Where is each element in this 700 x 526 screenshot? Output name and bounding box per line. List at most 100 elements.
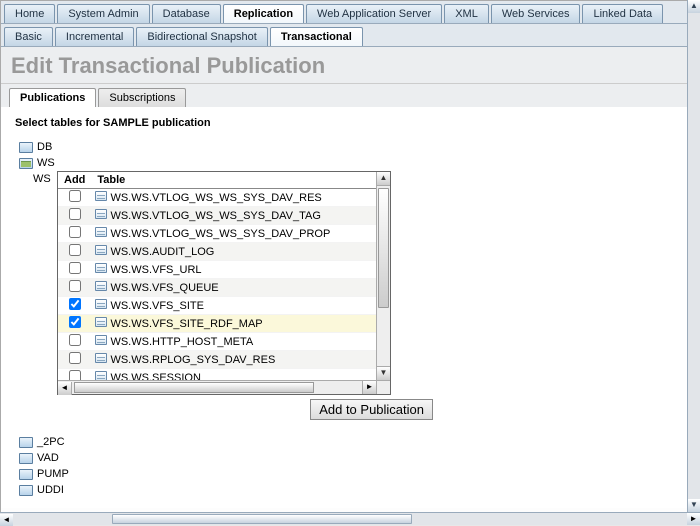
table-vertical-scrollbar[interactable]: ▲ ▼ bbox=[376, 172, 390, 380]
add-checkbox[interactable] bbox=[69, 298, 81, 310]
ws-schema-label: WS bbox=[33, 171, 57, 185]
scroll-thumb[interactable] bbox=[378, 188, 389, 308]
instruction-text: Select tables for SAMPLE publication bbox=[15, 117, 673, 129]
tree-node-label: _2PC bbox=[37, 436, 65, 448]
page-scroll-right-icon[interactable]: ► bbox=[687, 513, 700, 525]
content-area: Select tables for SAMPLE publication DB W… bbox=[1, 107, 687, 508]
table-row[interactable]: WS.WS.VTLOG_WS_WS_SYS_DAV_RES bbox=[58, 189, 376, 207]
sub-tab-bidirectional-snapshot[interactable]: Bidirectional Snapshot bbox=[136, 27, 267, 46]
scroll-thumb-h[interactable] bbox=[74, 382, 314, 393]
add-checkbox[interactable] bbox=[69, 226, 81, 238]
col-header-add: Add bbox=[58, 172, 91, 189]
add-to-publication-button[interactable]: Add to Publication bbox=[310, 399, 433, 420]
scroll-corner bbox=[376, 380, 390, 394]
tree-node-uddi[interactable]: UDDI bbox=[19, 482, 673, 498]
folder-icon bbox=[19, 469, 33, 480]
scroll-right-icon[interactable]: ► bbox=[362, 381, 376, 394]
table-row[interactable]: WS.WS.HTTP_HOST_META bbox=[58, 333, 376, 351]
folder-icon bbox=[19, 158, 33, 169]
main-tab-linked-data[interactable]: Linked Data bbox=[582, 4, 663, 23]
add-checkbox[interactable] bbox=[69, 334, 81, 346]
table-name: WS.WS.VFS_SITE_RDF_MAP bbox=[107, 318, 262, 330]
tree-node-label: WS bbox=[37, 157, 55, 169]
db-tree: DB WS bbox=[19, 139, 673, 171]
inner-tab-publications[interactable]: Publications bbox=[9, 88, 96, 107]
tree-node-db[interactable]: DB bbox=[19, 139, 673, 155]
tree-node-label: PUMP bbox=[37, 468, 69, 480]
table-selection-panel: Add Table WS.WS.VTLOG_WS_WS_SYS_DAV_RES … bbox=[57, 171, 391, 395]
folder-icon bbox=[19, 453, 33, 464]
main-tab-xml[interactable]: XML bbox=[444, 4, 489, 23]
col-header-table: Table bbox=[91, 172, 376, 189]
table-row[interactable]: WS.WS.VFS_SITE_RDF_MAP bbox=[58, 315, 376, 333]
add-checkbox[interactable] bbox=[69, 208, 81, 220]
add-checkbox[interactable] bbox=[69, 280, 81, 292]
add-checkbox[interactable] bbox=[69, 262, 81, 274]
table-horizontal-scrollbar[interactable]: ◄ ► bbox=[58, 380, 376, 394]
table-row[interactable]: WS.WS.VTLOG_WS_WS_SYS_DAV_PROP bbox=[58, 225, 376, 243]
main-tab-web-application-server[interactable]: Web Application Server bbox=[306, 4, 442, 23]
tree-node-ws[interactable]: WS bbox=[19, 155, 673, 171]
page-horizontal-scrollbar[interactable]: ◄ ► bbox=[0, 512, 700, 525]
main-tab-web-services[interactable]: Web Services bbox=[491, 4, 581, 23]
scroll-left-icon[interactable]: ◄ bbox=[58, 382, 72, 395]
table-name: WS.WS.VTLOG_WS_WS_SYS_DAV_TAG bbox=[107, 210, 321, 222]
table-name: WS.WS.HTTP_HOST_META bbox=[107, 336, 253, 348]
sub-tab-transactional[interactable]: Transactional bbox=[270, 27, 363, 46]
folder-icon bbox=[19, 142, 33, 153]
table-icon bbox=[95, 371, 107, 380]
add-checkbox[interactable] bbox=[69, 190, 81, 202]
scroll-up-icon[interactable]: ▲ bbox=[377, 172, 390, 186]
secondary-tab-bar: BasicIncrementalBidirectional SnapshotTr… bbox=[1, 24, 687, 47]
table-name: WS.WS.VFS_QUEUE bbox=[107, 282, 218, 294]
table-icon bbox=[95, 281, 107, 291]
tree-node-_2pc[interactable]: _2PC bbox=[19, 434, 673, 450]
tree-node-pump[interactable]: PUMP bbox=[19, 466, 673, 482]
table-row[interactable]: WS.WS.RPLOG_SYS_DAV_RES bbox=[58, 351, 376, 369]
table-icon bbox=[95, 245, 107, 255]
table-name: WS.WS.RPLOG_SYS_DAV_RES bbox=[107, 354, 275, 366]
table-icon bbox=[95, 335, 107, 345]
other-schemas-list: _2PC VAD PUMP UDDI bbox=[19, 434, 673, 498]
main-tab-system-admin[interactable]: System Admin bbox=[57, 4, 149, 23]
table-row[interactable]: WS.WS.VFS_URL bbox=[58, 261, 376, 279]
table-name: WS.WS.AUDIT_LOG bbox=[107, 246, 214, 258]
app-window: HomeSystem AdminDatabaseReplicationWeb A… bbox=[0, 0, 688, 513]
sub-tab-basic[interactable]: Basic bbox=[4, 27, 53, 46]
table-row[interactable]: WS.WS.VFS_QUEUE bbox=[58, 279, 376, 297]
tree-node-label: VAD bbox=[37, 452, 59, 464]
main-tab-replication[interactable]: Replication bbox=[223, 4, 304, 23]
scroll-down-icon[interactable]: ▼ bbox=[377, 366, 390, 380]
table-row[interactable]: WS.WS.SESSION bbox=[58, 369, 376, 381]
inner-tab-bar: PublicationsSubscriptions bbox=[1, 84, 687, 107]
table-row[interactable]: WS.WS.AUDIT_LOG bbox=[58, 243, 376, 261]
table-icon bbox=[95, 191, 107, 201]
table-name: WS.WS.VTLOG_WS_WS_SYS_DAV_RES bbox=[107, 192, 321, 204]
main-tab-bar: HomeSystem AdminDatabaseReplicationWeb A… bbox=[1, 1, 687, 24]
inner-tab-subscriptions[interactable]: Subscriptions bbox=[98, 88, 186, 107]
add-checkbox[interactable] bbox=[69, 244, 81, 256]
sub-tab-incremental[interactable]: Incremental bbox=[55, 27, 134, 46]
page-scroll-left-icon[interactable]: ◄ bbox=[0, 514, 13, 526]
main-tab-database[interactable]: Database bbox=[152, 4, 221, 23]
add-checkbox[interactable] bbox=[69, 316, 81, 328]
tree-node-vad[interactable]: VAD bbox=[19, 450, 673, 466]
main-tab-home[interactable]: Home bbox=[4, 4, 55, 23]
tree-node-label: DB bbox=[37, 141, 52, 153]
table-name: WS.WS.VFS_URL bbox=[107, 264, 201, 276]
tree-node-label: UDDI bbox=[37, 484, 64, 496]
add-checkbox[interactable] bbox=[69, 370, 81, 380]
page-scroll-down-icon[interactable]: ▼ bbox=[688, 499, 700, 512]
table-icon bbox=[95, 263, 107, 273]
page-vertical-scrollbar[interactable]: ▲ ▼ bbox=[687, 0, 700, 512]
folder-icon bbox=[19, 485, 33, 496]
table-row[interactable]: WS.WS.VTLOG_WS_WS_SYS_DAV_TAG bbox=[58, 207, 376, 225]
table-name: WS.WS.VFS_SITE bbox=[107, 300, 204, 312]
table-icon bbox=[95, 353, 107, 363]
add-checkbox[interactable] bbox=[69, 352, 81, 364]
table-icon bbox=[95, 299, 107, 309]
tables-grid: Add Table WS.WS.VTLOG_WS_WS_SYS_DAV_RES … bbox=[58, 172, 376, 380]
page-scroll-up-icon[interactable]: ▲ bbox=[688, 0, 700, 13]
table-row[interactable]: WS.WS.VFS_SITE bbox=[58, 297, 376, 315]
page-scroll-thumb-h[interactable] bbox=[112, 514, 412, 524]
